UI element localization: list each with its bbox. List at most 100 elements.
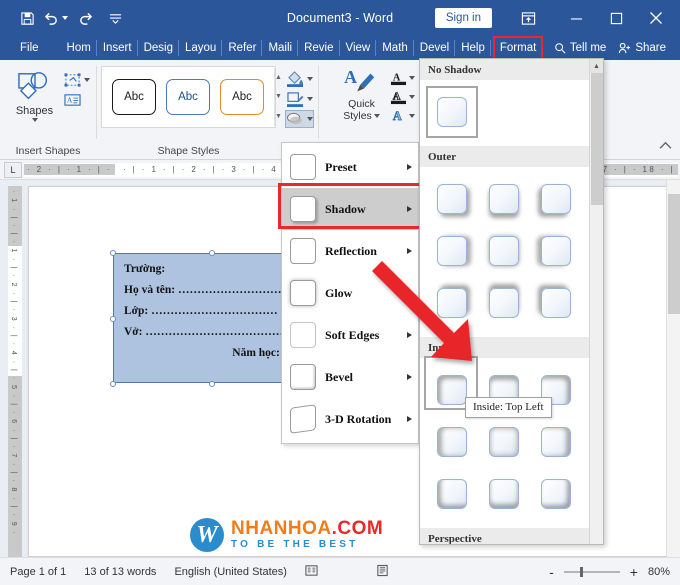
shape-outline-button[interactable] (286, 91, 313, 107)
undo-dropdown-icon[interactable] (62, 16, 68, 20)
text-outline-button[interactable]: A (390, 89, 415, 105)
shape-style-black[interactable]: Abc (112, 79, 156, 115)
text-outline-dropdown-icon[interactable] (408, 95, 415, 99)
shadow-option-offset-right[interactable] (426, 225, 478, 277)
shadow-option-inside-center[interactable] (478, 416, 530, 468)
sign-in-button[interactable]: Sign in (434, 7, 492, 29)
shadow-option-offset-diagonal-top-right[interactable] (426, 277, 478, 329)
gallery-scrollbar-thumb[interactable] (591, 73, 603, 205)
shape-fill-dropdown-icon[interactable] (306, 77, 313, 81)
save-icon[interactable] (16, 7, 38, 29)
ribbon-display-options-icon[interactable] (508, 0, 548, 36)
shadow-option-offset-diagonal-bottom-left[interactable] (530, 173, 582, 225)
menu-item-reflection[interactable]: Reflection (282, 230, 418, 272)
shape-effects-button[interactable] (284, 110, 314, 128)
tab-math[interactable]: Math (376, 36, 414, 60)
selected-shape[interactable]: Trường: Họ và tên: ……………………… Lớp: ………………… (110, 250, 309, 387)
shape-style-blue[interactable]: Abc (166, 79, 210, 115)
shape-handle-tl[interactable] (110, 250, 116, 256)
tab-review[interactable]: Revie (298, 36, 340, 60)
share-button[interactable]: Share (612, 36, 672, 60)
tab-insert[interactable]: Insert (97, 36, 138, 60)
shape-effects-dropdown-icon[interactable] (306, 117, 313, 121)
maximize-icon[interactable] (596, 0, 636, 36)
tab-mailings[interactable]: Maili (262, 36, 298, 60)
shadow-option-inside-bottom-left[interactable] (426, 468, 478, 520)
shadow-option-offset-diagonal-bottom-right[interactable] (426, 173, 478, 225)
shadow-option-inside-right[interactable] (530, 416, 582, 468)
text-effects-button[interactable]: A (390, 108, 415, 124)
status-word-count[interactable]: 13 of 13 words (84, 566, 156, 578)
quick-styles-button[interactable]: A Quick Styles (334, 66, 390, 122)
draw-text-box-button[interactable]: A (63, 92, 90, 108)
zoom-out-button[interactable]: - (549, 564, 554, 580)
macro-recording-icon[interactable] (376, 564, 389, 580)
text-fill-button[interactable]: A (390, 70, 415, 86)
ribbon-group-insert-shapes: Shapes A Insert Shapes (0, 60, 96, 159)
gallery-section-header-no-shadow: No Shadow (420, 59, 589, 80)
shape-styles-gallery[interactable]: Abc Abc Abc ▲ ▼ ▼ (101, 66, 282, 128)
status-language[interactable]: English (United States) (174, 566, 287, 578)
shape-handle-bl[interactable] (110, 381, 116, 387)
shadow-option-inside-bottom[interactable] (478, 468, 530, 520)
tab-developer[interactable]: Devel (414, 36, 456, 60)
customize-qat-icon[interactable] (104, 7, 126, 29)
shadow-option-offset-left[interactable] (530, 225, 582, 277)
shape-handle-ml[interactable] (110, 316, 116, 322)
gallery-scrollbar[interactable]: ▲ (589, 59, 603, 544)
shape-handle-tc[interactable] (209, 250, 215, 256)
tab-stop-selector[interactable]: L (4, 161, 22, 178)
vertical-ruler[interactable]: · 1 · | · | · 1 · | · 2 · | · 3 · | · 4 … (8, 186, 22, 561)
zoom-level-label[interactable]: 80% (648, 566, 670, 578)
shadow-option-offset-bottom[interactable] (478, 173, 530, 225)
shape-style-orange[interactable]: Abc (220, 79, 264, 115)
tell-me-button[interactable]: Tell me (548, 36, 612, 60)
menu-item-glow[interactable]: Glow (282, 272, 418, 314)
shadow-option-inside-left[interactable] (426, 416, 478, 468)
shadow-option-offset-diagonal-top-left[interactable] (530, 277, 582, 329)
tab-file[interactable]: File (12, 36, 47, 60)
ruler-right-margin: 7 · | · 18 · | (599, 164, 678, 175)
menu-item-shadow[interactable]: Shadow (282, 188, 418, 230)
shadow-option-no-shadow[interactable] (426, 86, 478, 138)
undo-icon[interactable] (40, 7, 62, 29)
zoom-slider[interactable] (563, 566, 620, 577)
shadow-option-offset-center[interactable] (478, 225, 530, 277)
menu-item-soft-edges[interactable]: Soft Edges (282, 314, 418, 356)
tab-home[interactable]: Hom (61, 36, 97, 60)
shapes-button[interactable]: Shapes (7, 66, 63, 122)
shapes-dropdown-icon[interactable] (31, 118, 38, 122)
edit-shape-button[interactable] (63, 72, 90, 88)
shape-fill-button[interactable] (286, 71, 313, 87)
tab-design[interactable]: Desig (138, 36, 179, 60)
close-icon[interactable] (636, 0, 676, 36)
shape-body[interactable]: Trường: Họ và tên: ……………………… Lớp: ………………… (110, 250, 309, 387)
shadow-option-offset-top[interactable] (478, 277, 530, 329)
tab-help[interactable]: Help (455, 36, 491, 60)
menu-item-bevel[interactable]: Bevel (282, 356, 418, 398)
vertical-scrollbar[interactable] (666, 180, 680, 557)
tab-references[interactable]: Refer (222, 36, 263, 60)
vertical-scrollbar-thumb[interactable] (668, 194, 680, 314)
redo-icon[interactable] (74, 7, 96, 29)
proofing-errors-icon[interactable] (305, 564, 318, 580)
zoom-in-button[interactable]: + (630, 564, 638, 580)
menu-item-3d-rotation[interactable]: 3-D Rotation (282, 398, 418, 440)
tab-layout[interactable]: Layou (179, 36, 223, 60)
status-page[interactable]: Page 1 of 1 (10, 566, 66, 578)
tab-view[interactable]: View (340, 36, 377, 60)
gallery-section-header-perspective: Perspective (420, 528, 589, 544)
collapse-ribbon-icon[interactable] (659, 141, 672, 153)
shape-outline-dropdown-icon[interactable] (306, 97, 313, 101)
gallery-scroll-up-icon[interactable]: ▲ (590, 59, 603, 73)
text-fill-dropdown-icon[interactable] (408, 76, 415, 80)
shape-handle-bc[interactable] (209, 381, 215, 387)
quick-styles-dropdown-icon[interactable] (373, 114, 380, 118)
edit-shape-dropdown-icon[interactable] (83, 78, 90, 82)
text-effects-dropdown-icon[interactable] (408, 114, 415, 118)
menu-item-preset[interactable]: Preset (282, 146, 418, 188)
shadow-option-inside-bottom-right[interactable] (530, 468, 582, 520)
zoom-slider-knob[interactable] (579, 566, 583, 577)
minimize-icon[interactable] (556, 0, 596, 36)
tab-format[interactable]: Format (492, 36, 544, 60)
